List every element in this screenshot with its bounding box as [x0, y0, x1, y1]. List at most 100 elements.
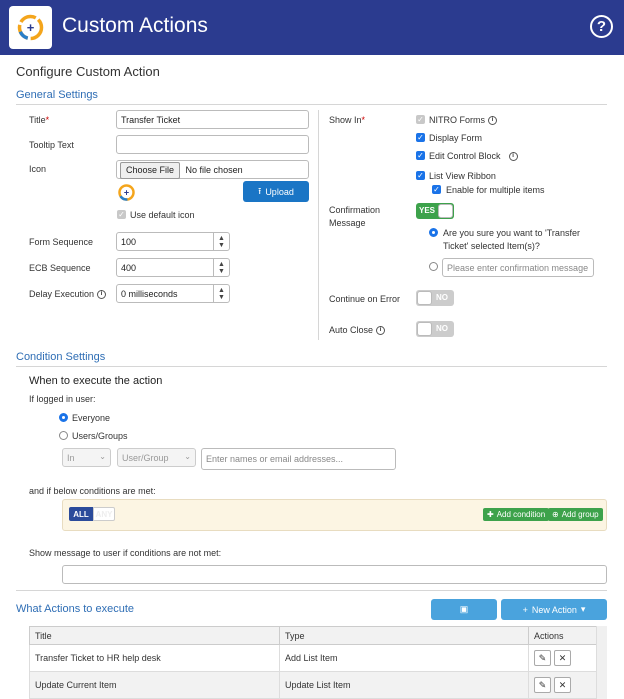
condition-settings-heading: Condition Settings — [16, 351, 106, 363]
row-actions: ✎ ✕ — [528, 671, 607, 699]
spinner-icon[interactable]: ▲ ▼ — [213, 284, 229, 303]
new-action-button[interactable]: + New Action ▾ — [501, 599, 607, 620]
in-select[interactable]: In ⌄ — [62, 448, 111, 467]
divider — [16, 104, 607, 105]
display-form-label: Display Form — [429, 133, 483, 143]
svg-text:+: + — [124, 188, 129, 198]
list-view-ribbon-label: List View Ribbon — [429, 171, 496, 181]
table-row[interactable]: Update Current Item Update List Item ✎ ✕ — [29, 671, 607, 699]
app-header: + Custom Actions ? — [0, 0, 624, 55]
form-sequence-label: Form Sequence — [29, 237, 94, 247]
enable-multiple-checkbox[interactable]: ✓ — [432, 185, 441, 194]
confirmation-label-line2: Message — [329, 218, 366, 228]
row-actions: ✎ ✕ — [528, 644, 607, 672]
svg-text:+: + — [27, 20, 35, 35]
save-button[interactable]: ▣ — [431, 599, 497, 620]
edit-control-block-label: Edit Control Block i — [429, 151, 518, 162]
app-logo: + — [9, 6, 52, 49]
edit-control-block-checkbox[interactable]: ✓ — [416, 151, 425, 160]
confirm-default-text-line2: Ticket' selected Item(s)? — [443, 241, 540, 251]
row-title: Transfer Ticket to HR help desk — [29, 644, 280, 672]
when-to-execute-heading: When to execute the action — [29, 375, 163, 387]
info-icon: i — [508, 152, 518, 162]
edit-icon[interactable]: ✎ — [534, 677, 551, 693]
icon-label: Icon — [29, 164, 47, 174]
show-in-label: Show In* — [329, 115, 366, 125]
delay-execution-label: Delay Execution i — [29, 289, 107, 300]
nitro-forms-checkbox[interactable]: ✓ — [416, 115, 425, 124]
help-icon[interactable]: ? — [590, 15, 613, 38]
add-condition-button[interactable]: ✚ Add condition — [483, 508, 550, 521]
condition-message-input[interactable] — [62, 565, 607, 584]
names-input[interactable]: Enter names or email addresses... — [201, 448, 396, 470]
tooltip-label: Tooltip Text — [29, 140, 74, 150]
users-groups-radio[interactable] — [59, 431, 68, 440]
title-label: Title* — [29, 115, 50, 125]
close-icon[interactable]: ✕ — [554, 650, 571, 666]
spinner-icon[interactable]: ▲ ▼ — [213, 232, 229, 251]
choose-file-button[interactable]: Choose File — [120, 162, 181, 179]
close-icon[interactable]: ✕ — [554, 677, 571, 693]
users-groups-label: Users/Groups — [72, 431, 128, 441]
page-title: Configure Custom Action — [16, 64, 160, 79]
divider — [16, 366, 607, 367]
app-title: Custom Actions — [62, 14, 208, 37]
continue-on-error-label: Continue on Error — [329, 294, 401, 304]
info-icon: i — [97, 290, 107, 300]
row-title: Update Current Item — [29, 671, 280, 699]
chevron-down-icon: ▾ — [580, 604, 586, 614]
enable-multiple-label: Enable for multiple items — [446, 185, 545, 195]
table-scrollbar[interactable] — [596, 626, 607, 699]
column-header-actions: Actions — [528, 626, 607, 645]
plus-circle-icon: ⊕ — [552, 510, 559, 519]
ecb-sequence-input[interactable]: 400 ▲ ▼ — [116, 258, 230, 277]
confirmation-label: Confirmation — [329, 205, 381, 215]
edit-icon[interactable]: ✎ — [534, 650, 551, 666]
everyone-radio[interactable] — [59, 413, 68, 422]
show-message-label: Show message to user if conditions are n… — [29, 548, 222, 558]
table-row[interactable]: Transfer Ticket to HR help desk Add List… — [29, 644, 607, 672]
auto-close-toggle[interactable]: NO — [416, 321, 454, 337]
plus-icon: + — [522, 604, 528, 615]
everyone-label: Everyone — [72, 413, 111, 423]
add-group-button[interactable]: ⊕ Add group — [548, 508, 603, 521]
column-divider — [318, 110, 319, 340]
upload-icon: ⭱ — [258, 185, 262, 196]
ecb-sequence-label: ECB Sequence — [29, 263, 91, 273]
chevron-down-icon: ⌄ — [99, 452, 106, 461]
upload-button[interactable]: ⭱ Upload — [243, 181, 309, 202]
all-toggle[interactable]: ALL — [69, 507, 93, 521]
if-logged-label: If logged in user: — [29, 394, 96, 404]
display-form-checkbox[interactable]: ✓ — [416, 133, 425, 142]
default-icon-preview-icon: + — [118, 184, 135, 201]
spinner-icon[interactable]: ▲ ▼ — [213, 258, 229, 277]
divider — [16, 590, 607, 591]
delay-execution-input[interactable]: 0 milliseconds ▲ ▼ — [116, 284, 230, 303]
auto-close-label: Auto Close i — [329, 325, 386, 336]
confirm-default-radio[interactable] — [429, 228, 438, 237]
save-icon: ▣ — [459, 604, 469, 614]
any-toggle[interactable]: ANY — [93, 507, 115, 521]
column-header-title: Title — [29, 626, 280, 645]
chevron-down-icon: ⌄ — [184, 452, 191, 461]
confirmation-message-input[interactable]: Please enter confirmation message — [442, 258, 594, 277]
continue-on-error-toggle[interactable]: NO — [416, 290, 454, 306]
custom-actions-logo-icon: + — [17, 14, 44, 41]
user-group-select[interactable]: User/Group ⌄ — [117, 448, 196, 467]
column-header-type: Type — [279, 626, 529, 645]
confirmation-toggle[interactable]: YES — [416, 203, 454, 219]
form-sequence-input[interactable]: 100 ▲ ▼ — [116, 232, 230, 251]
info-icon: i — [488, 116, 497, 126]
confirm-custom-radio[interactable] — [429, 262, 438, 271]
use-default-icon-checkbox[interactable]: ✓ — [117, 210, 126, 219]
below-conditions-label: and if below conditions are met: — [29, 486, 156, 496]
conditions-builder: ALL ANY ✚ Add condition ⊕ Add group — [62, 499, 607, 531]
no-file-text: No file chosen — [185, 165, 243, 175]
title-input[interactable]: Transfer Ticket — [116, 110, 309, 129]
row-type: Add List Item — [279, 644, 529, 672]
list-view-ribbon-checkbox[interactable]: ✓ — [416, 171, 425, 180]
plus-icon: ✚ — [487, 510, 494, 519]
icon-file-input[interactable]: Choose File No file chosen — [116, 160, 309, 179]
tooltip-input[interactable] — [116, 135, 309, 154]
actions-table: Title Type Actions Transfer Ticket to HR… — [29, 626, 607, 699]
